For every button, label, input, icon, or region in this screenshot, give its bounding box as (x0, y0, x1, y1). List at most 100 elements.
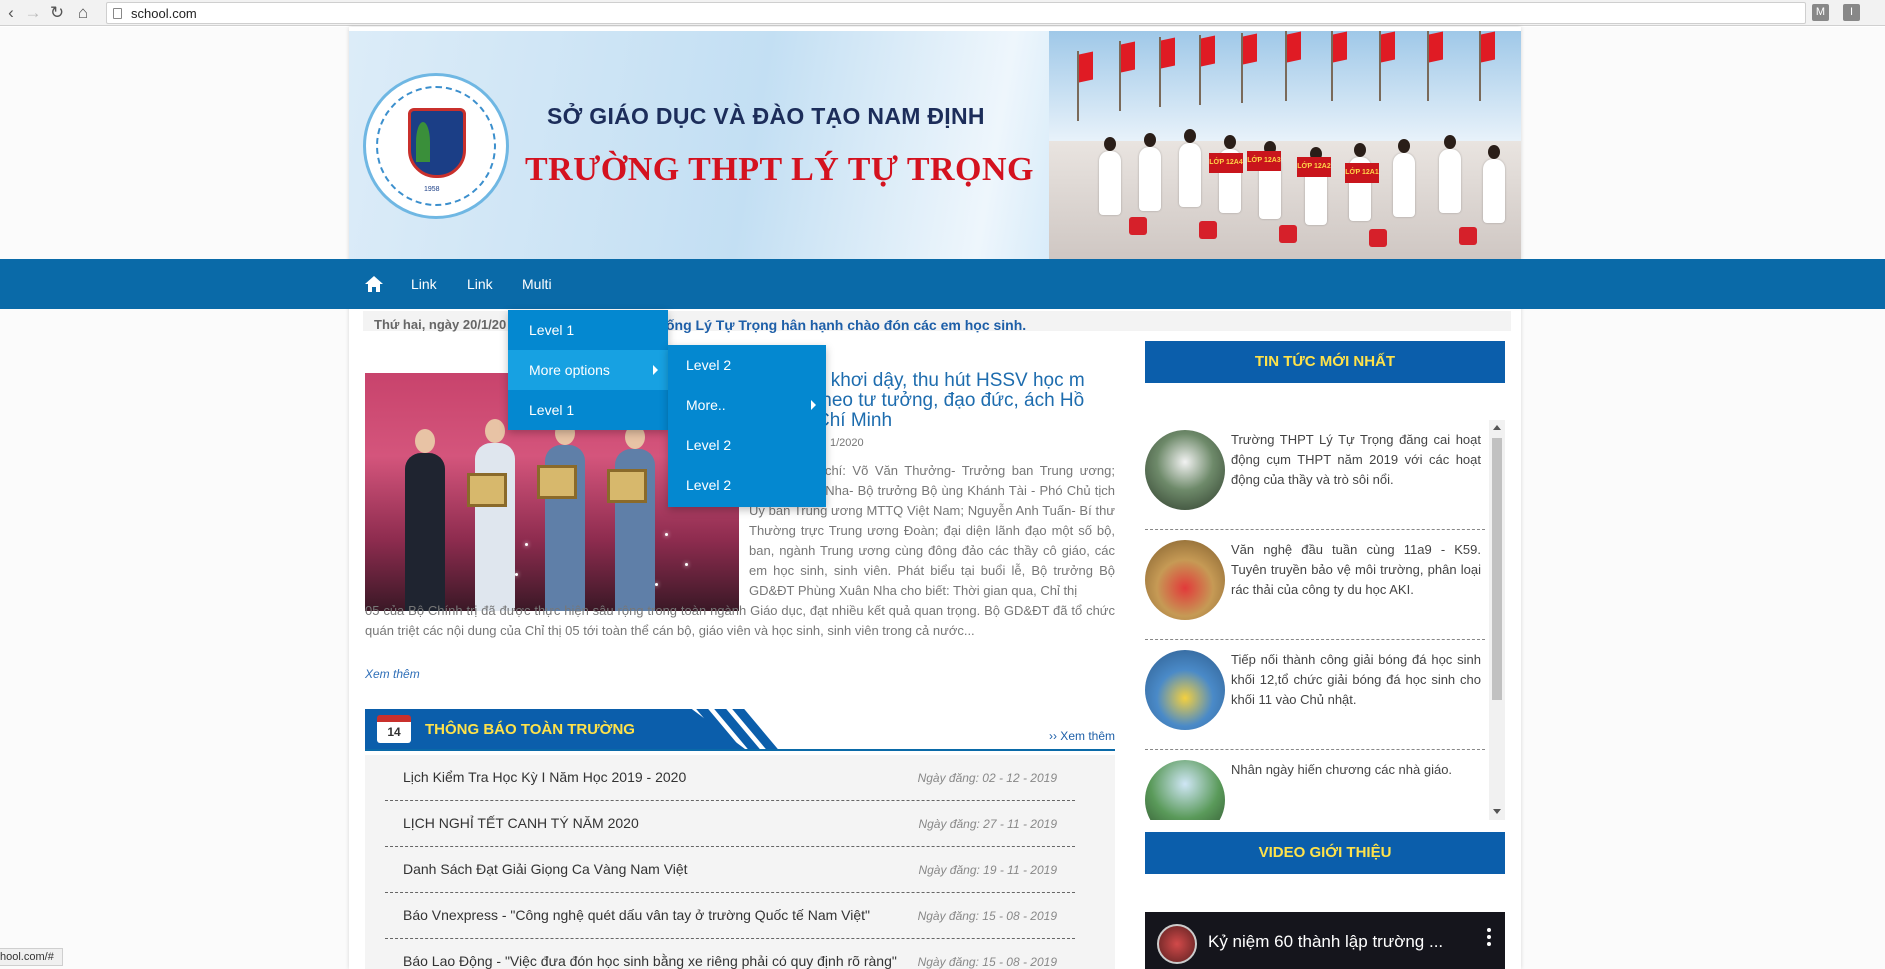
latest-news-header: TIN TỨC MỚI NHẤT (1145, 341, 1505, 383)
red-flag (1121, 41, 1135, 73)
nav-multi-level[interactable]: Multi Level (508, 259, 571, 388)
submenu-item-label: More.. (686, 397, 726, 413)
class-sign: LỚP 12A3 (1247, 151, 1281, 171)
notice-date: Ngày đăng: 15 - 08 - 2019 (917, 909, 1057, 923)
student-figure (1393, 139, 1415, 217)
news-item[interactable]: Tiếp nối thành công giải bóng đá học sin… (1145, 640, 1485, 750)
welcome-marquee: ống Lý Tự Trọng hân hạnh chào đón các em… (666, 317, 1027, 333)
notice-title-text[interactable]: Báo Vnexpress - "Công nghệ quét dấu vân … (403, 907, 870, 923)
news-item[interactable]: Nhân ngày hiến chương các nhà giáo. (1145, 750, 1485, 820)
dropdown-item-level-1[interactable]: Level 1 (508, 390, 668, 430)
home-button-icon[interactable]: ⌂ (72, 2, 94, 24)
submenu-item-label: Level 2 (686, 477, 732, 493)
reload-icon[interactable]: ↻ (46, 2, 68, 24)
home-icon[interactable] (365, 276, 383, 292)
nav-link-2[interactable]: Link (467, 259, 493, 309)
news-scrollbar[interactable] (1489, 420, 1505, 820)
school-name: TRƯỜNG THPT LÝ TỰ TRỌNG (525, 151, 1034, 188)
news-text[interactable]: Trường THPT Lý Tự Trọng đăng cai hoạt độ… (1231, 430, 1481, 490)
submenu-arrow-icon (811, 400, 816, 410)
notice-date: Ngày đăng: 19 - 11 - 2019 (918, 863, 1057, 877)
submenu-item-level-2[interactable]: Level 2 (668, 465, 826, 505)
submenu-item-label: Level 2 (686, 357, 732, 373)
person-figure (405, 429, 445, 611)
red-flag (1243, 33, 1257, 65)
extension-m-icon[interactable]: M (1812, 4, 1829, 21)
submenu-item-level-2[interactable]: Level 2 (668, 345, 826, 385)
dropdown-item-more-options[interactable]: More options (508, 350, 668, 390)
submenu-item-level-2[interactable]: Level 2 (668, 425, 826, 465)
student-figure (1439, 135, 1461, 213)
nav-link-1[interactable]: Link (411, 259, 437, 309)
red-flag (1429, 31, 1443, 63)
page-background: 1958 SỞ GIÁO DỤC VÀ ĐÀO TẠO NAM ĐỊNH TRƯ… (0, 27, 1885, 969)
news-text[interactable]: Nhân ngày hiến chương các nhà giáo. (1231, 760, 1481, 780)
news-thumbnail[interactable] (1145, 650, 1225, 730)
department-name: SỞ GIÁO DỤC VÀ ĐÀO TẠO NAM ĐỊNH (547, 103, 985, 129)
status-bar-url: hool.com/# (0, 948, 63, 966)
logo-year: 1958 (424, 186, 440, 193)
news-text[interactable]: Tiếp nối thành công giải bóng đá học sin… (1231, 650, 1481, 710)
news-thumbnail[interactable] (1145, 540, 1225, 620)
student-figure (1179, 129, 1201, 207)
red-chair (1459, 227, 1477, 245)
notice-date: Ngày đăng: 15 - 08 - 2019 (917, 955, 1057, 969)
scroll-up-icon[interactable] (1493, 425, 1501, 430)
channel-avatar[interactable] (1157, 924, 1197, 964)
notice-row[interactable]: LỊCH NGHỈ TẾT CANH TÝ NĂM 2020 Ngày đăng… (385, 801, 1075, 847)
class-sign: LỚP 12A4 (1209, 153, 1243, 173)
notice-title-text[interactable]: Danh Sách Đạt Giải Giọng Ca Vàng Nam Việ… (403, 861, 688, 877)
red-flag (1333, 31, 1347, 63)
logo-leaf-icon (416, 122, 430, 162)
multi-level-dropdown: Level 1 More options Level 1 (508, 310, 668, 430)
notice-see-more-link[interactable]: ›› Xem thêm (1049, 729, 1115, 743)
news-thumbnail[interactable] (1145, 430, 1225, 510)
award-frame (467, 473, 507, 507)
award-frame (537, 465, 577, 499)
header-banner: 1958 SỞ GIÁO DỤC VÀ ĐÀO TẠO NAM ĐỊNH TRƯ… (349, 31, 1521, 259)
notice-title-text[interactable]: Lịch Kiểm Tra Học Kỳ I Năm Học 2019 - 20… (403, 769, 686, 785)
news-thumbnail[interactable] (1145, 760, 1225, 820)
feature-body-full: 05 của Bộ Chính trị đã được thực hiện sâ… (365, 603, 1115, 638)
intro-video[interactable]: Kỷ niệm 60 thành lập trường ... (1145, 912, 1505, 969)
back-arrow-icon[interactable]: ‹ (0, 2, 22, 24)
spark (655, 583, 658, 586)
submenu-item-label: Level 2 (686, 437, 732, 453)
video-caption[interactable]: Kỷ niệm 60 thành lập trường ... (1208, 932, 1443, 952)
news-item[interactable]: Trường THPT Lý Tự Trọng đăng cai hoạt độ… (1145, 420, 1485, 530)
notice-header: 14 THÔNG BÁO TOÀN TRƯỜNG ›› Xem thêm (365, 709, 1115, 751)
more-vertical-icon[interactable] (1487, 928, 1491, 948)
spark (515, 573, 518, 576)
dropdown-item-level-1[interactable]: Level 1 (508, 310, 668, 350)
red-chair (1279, 225, 1297, 243)
school-logo[interactable]: 1958 (363, 73, 509, 219)
red-flag (1161, 37, 1175, 69)
feature-more-link[interactable]: Xem thêm (365, 667, 420, 681)
notice-row[interactable]: Danh Sách Đạt Giải Giọng Ca Vàng Nam Việ… (385, 847, 1075, 893)
notice-title-text[interactable]: LỊCH NGHỈ TẾT CANH TÝ NĂM 2020 (403, 815, 639, 831)
dropdown-item-label: Level 1 (529, 402, 575, 418)
browser-toolbar: ‹ → ↻ ⌂ school.com M I (0, 0, 1885, 26)
notice-row[interactable]: Lịch Kiểm Tra Học Kỳ I Năm Học 2019 - 20… (385, 755, 1075, 801)
spark (685, 563, 688, 566)
red-flag (1287, 31, 1301, 63)
red-flag (1201, 35, 1215, 67)
address-bar[interactable]: school.com (106, 2, 1806, 24)
feature-title[interactable]: c khơi dậy, thu hút HSSV học m theo tư t… (816, 371, 1116, 431)
forward-arrow-icon[interactable]: → (22, 2, 44, 24)
red-chair (1129, 217, 1147, 235)
red-flag (1481, 31, 1495, 63)
notice-title-text[interactable]: Báo Lao Động - "Việc đưa đón học sinh bằ… (403, 953, 897, 969)
scroll-down-icon[interactable] (1493, 809, 1501, 814)
class-sign: LỚP 12A2 (1297, 157, 1331, 177)
person-figure (475, 419, 515, 611)
news-item[interactable]: Văn nghệ đầu tuần cùng 11a9 - K59. Tuyên… (1145, 530, 1485, 640)
dropdown-item-label: Level 1 (529, 322, 575, 338)
scroll-thumb[interactable] (1492, 438, 1502, 700)
extension-i-icon[interactable]: I (1843, 4, 1860, 21)
submenu-item-more[interactable]: More.. (668, 385, 826, 425)
notice-row[interactable]: Báo Lao Động - "Việc đưa đón học sinh bằ… (385, 939, 1075, 969)
notice-date: Ngày đăng: 27 - 11 - 2019 (918, 817, 1057, 831)
news-text[interactable]: Văn nghệ đầu tuần cùng 11a9 - K59. Tuyên… (1231, 540, 1481, 600)
notice-row[interactable]: Báo Vnexpress - "Công nghệ quét dấu vân … (385, 893, 1075, 939)
